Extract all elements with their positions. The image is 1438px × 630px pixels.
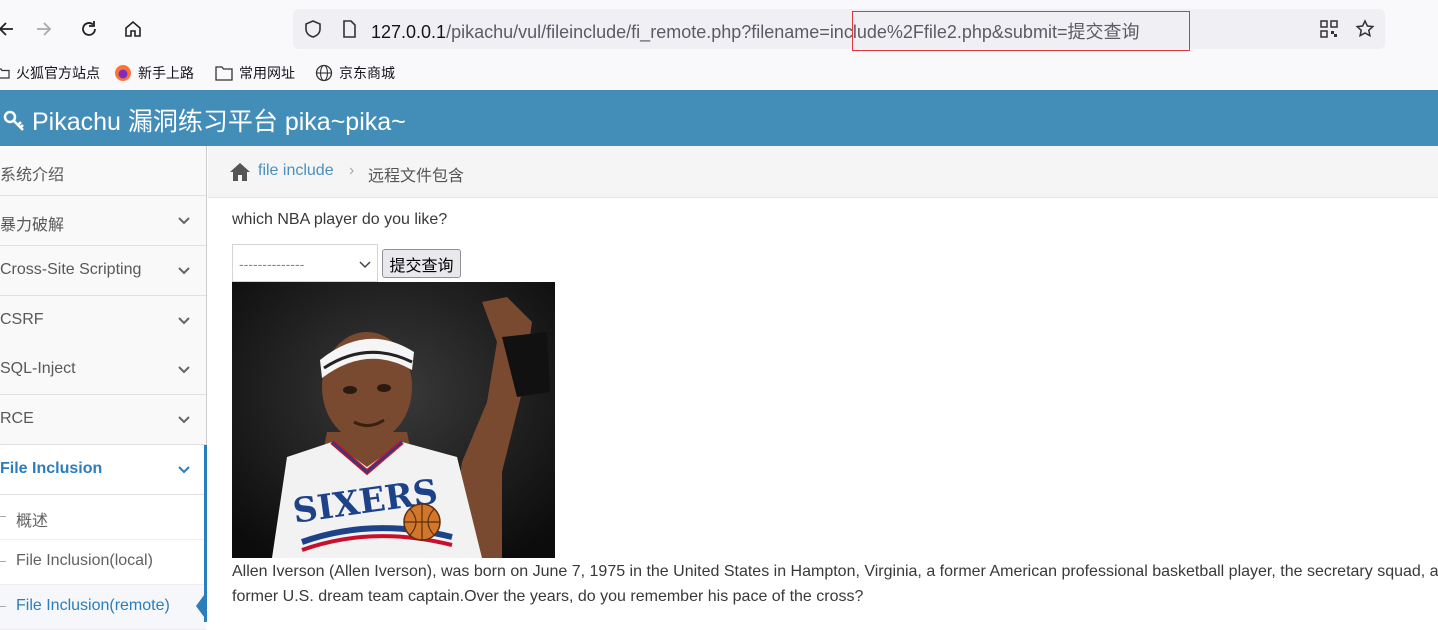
sidebar-subitem-label: File Inclusion(local) — [16, 552, 153, 569]
tree-dash — [0, 606, 6, 607]
star-icon[interactable] — [1355, 19, 1375, 39]
chevron-down-icon — [178, 267, 190, 275]
shield-icon[interactable] — [303, 19, 323, 39]
chevron-down-icon — [178, 366, 190, 374]
player-photo: SIXERS — [232, 282, 555, 558]
sidebar-item-label: SQL-Inject — [0, 360, 76, 377]
sidebar-item-rce[interactable]: RCE — [0, 395, 206, 445]
key-icon — [3, 110, 24, 131]
sidebar: 系统介绍 暴力破解 Cross-Site Scripting CSRF SQL-… — [0, 146, 207, 630]
browser-toolbar: 127.0.0.1/pikachu/vul/fileinclude/fi_rem… — [0, 0, 1438, 58]
home-icon[interactable] — [118, 14, 148, 44]
url-query-highlight-box — [852, 11, 1190, 51]
bookmark-label: 京东商城 — [339, 65, 395, 81]
breadcrumb: file include › 远程文件包含 — [208, 146, 1438, 198]
bookmark-3[interactable]: 常用网址 — [215, 63, 295, 83]
submit-button[interactable]: 提交查询 — [382, 249, 461, 278]
reload-icon[interactable] — [74, 14, 104, 44]
sidebar-item-file-inclusion[interactable]: File Inclusion — [0, 445, 206, 495]
sidebar-item-sqli[interactable]: SQL-Inject — [0, 345, 206, 395]
page-icon[interactable] — [339, 19, 359, 39]
bookmark-4[interactable]: 京东商城 — [315, 63, 395, 83]
sidebar-subitem-remote[interactable]: File Inclusion(remote) — [0, 585, 206, 630]
sidebar-item-label: 系统介绍 — [0, 167, 65, 184]
forward-icon[interactable] — [29, 14, 59, 44]
player-description: Allen Iverson (Allen Iverson), was born … — [232, 563, 1438, 605]
home-icon[interactable] — [229, 162, 251, 182]
chevron-down-icon — [359, 261, 371, 269]
bookmarks-bar: 火狐官方站点 新手上路 常用网址 京东商城 — [0, 58, 1438, 90]
back-icon[interactable] — [0, 14, 22, 44]
folder-icon — [0, 68, 10, 79]
breadcrumb-current: 远程文件包含 — [368, 168, 465, 185]
url-bar[interactable]: 127.0.0.1/pikachu/vul/fileinclude/fi_rem… — [293, 9, 1385, 49]
folder-icon — [215, 66, 233, 81]
brand-title: Pikachu 漏洞练习平台 pika~pika~ — [32, 108, 406, 136]
breadcrumb-separator-icon: › — [349, 162, 355, 179]
brand[interactable]: Pikachu 漏洞练习平台 pika~pika~ — [2, 102, 406, 138]
tree-dash — [0, 516, 6, 517]
tree-dash — [0, 561, 6, 562]
select-value: -------------- — [239, 256, 305, 272]
bookmark-label: 新手上路 — [138, 65, 194, 81]
player-select[interactable]: -------------- — [232, 244, 378, 282]
url-path: /pikachu/vul/fileinclude/fi_remote.php?f… — [446, 22, 830, 42]
sidebar-item-label: CSRF — [0, 311, 44, 328]
globe-icon — [315, 64, 333, 82]
question-text: which NBA player do you like? — [232, 211, 448, 228]
sidebar-item-label: 暴力破解 — [0, 217, 65, 234]
sidebar-item-brute-force[interactable]: 暴力破解 — [0, 196, 206, 246]
firefox-icon — [115, 65, 131, 81]
bookmark-label: 火狐官方站点 — [16, 65, 100, 81]
sidebar-subitem-overview[interactable]: 概述 — [0, 495, 206, 540]
breadcrumb-link[interactable]: file include — [258, 162, 334, 180]
qr-code-icon[interactable] — [1319, 19, 1339, 39]
sidebar-subitem-label: File Inclusion(remote) — [16, 597, 170, 614]
sidebar-item-label: Cross-Site Scripting — [0, 261, 142, 278]
sidebar-subitem-local[interactable]: File Inclusion(local) — [0, 540, 206, 585]
url-host: 127.0.0.1 — [371, 22, 447, 42]
sidebar-item-intro[interactable]: 系统介绍 — [0, 146, 206, 196]
app-header: Pikachu 漏洞练习平台 pika~pika~ — [0, 90, 1438, 146]
bookmark-label: 常用网址 — [239, 65, 295, 81]
sidebar-subitem-label: 概述 — [16, 513, 49, 530]
sidebar-item-xss[interactable]: Cross-Site Scripting — [0, 246, 206, 296]
bookmark-1[interactable]: 火狐官方站点 — [0, 63, 100, 83]
chevron-down-icon — [178, 466, 190, 474]
chevron-down-icon — [178, 217, 190, 225]
chevron-down-icon — [178, 317, 190, 325]
bookmark-2[interactable]: 新手上路 — [114, 63, 194, 83]
chevron-down-icon — [178, 416, 190, 424]
sidebar-item-label: File Inclusion — [0, 460, 103, 477]
sidebar-item-label: RCE — [0, 410, 34, 427]
sidebar-item-csrf[interactable]: CSRF — [0, 296, 206, 346]
active-caret-icon — [196, 591, 207, 621]
